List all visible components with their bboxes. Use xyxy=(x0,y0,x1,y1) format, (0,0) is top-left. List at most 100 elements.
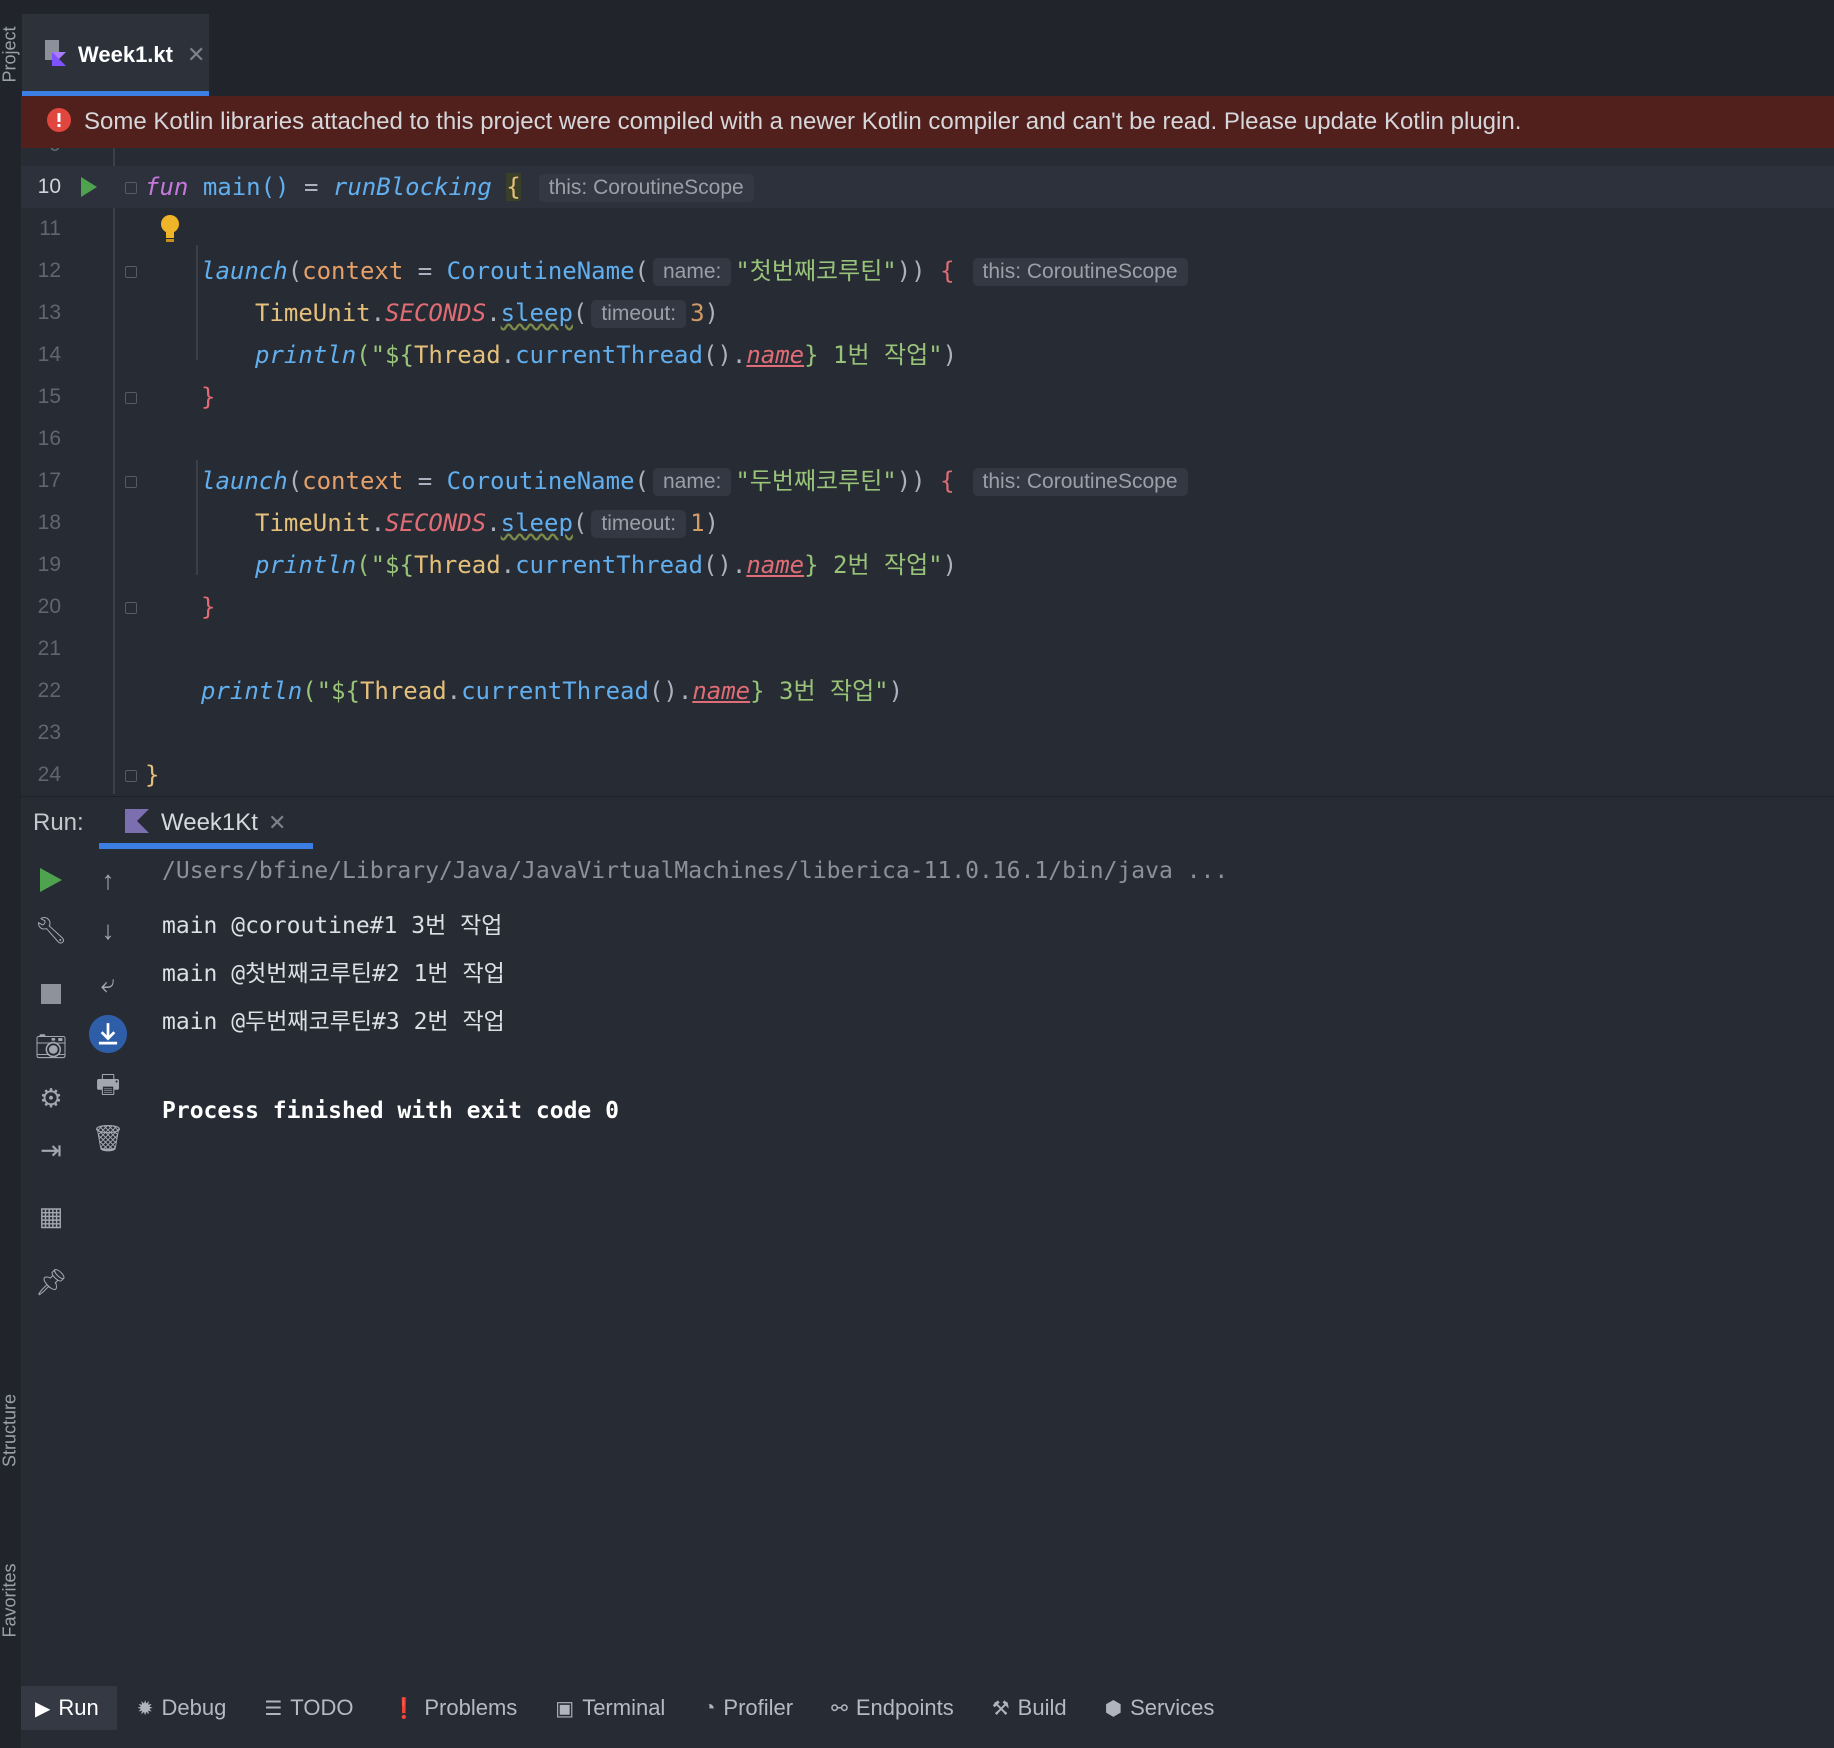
code-text: println("${Thread.currentThread().name} … xyxy=(255,551,958,579)
editor-tab-bar: Week1.kt ✕ xyxy=(21,0,1834,96)
services-icon: ⬢ xyxy=(1104,1697,1123,1720)
fold-marker[interactable] xyxy=(125,770,137,782)
trash-icon[interactable]: 🗑︎ xyxy=(88,1118,128,1158)
rerun-icon[interactable] xyxy=(31,860,71,900)
error-banner: Some Kotlin libraries attached to this p… xyxy=(21,96,1834,148)
code-line: 17 launch(context = CoroutineName(name: "… xyxy=(21,460,1834,502)
bottom-tab-todo[interactable]: ☰ TODO xyxy=(250,1686,371,1730)
code-text: } xyxy=(201,383,216,411)
code-text: TimeUnit.SECONDS.sleep(timeout: 1) xyxy=(255,509,719,538)
code-line: 19 println("${Thread.currentThread().nam… xyxy=(21,544,1834,586)
bottom-tab-debug[interactable]: ✹ Debug xyxy=(123,1686,245,1730)
run-tab-title: Week1Kt xyxy=(161,809,258,836)
stop-icon[interactable] xyxy=(31,974,71,1014)
inlay-hint: this: CoroutineScope xyxy=(972,258,1188,286)
code-text: println("${Thread.currentThread().name} … xyxy=(255,341,958,369)
code-line: 18 TimeUnit.SECONDS.sleep(timeout: 1) xyxy=(21,502,1834,544)
run-gutter-icon[interactable] xyxy=(81,177,97,202)
code-line: 9 xyxy=(21,148,1834,166)
console-line: main @두번째코루틴#3 2번 작업 xyxy=(162,1009,505,1035)
scroll-to-end-icon[interactable] xyxy=(88,1014,128,1054)
console-line: main @첫번째코루틴#2 1번 작업 xyxy=(162,961,505,987)
debug-settings-icon[interactable]: ⚙ xyxy=(31,1078,71,1118)
fold-marker[interactable] xyxy=(125,602,137,614)
code-line: 12 launch(context = CoroutineName(name: "… xyxy=(21,250,1834,292)
terminal-icon: ▣ xyxy=(555,1697,575,1720)
fold-marker[interactable] xyxy=(125,182,137,194)
code-text: TimeUnit.SECONDS.sleep(timeout: 3) xyxy=(255,299,719,328)
tab-title: Week1.kt xyxy=(78,42,173,67)
layout-icon[interactable]: ▦ xyxy=(31,1196,71,1236)
code-text: fun main() = runBlocking {this: Coroutin… xyxy=(145,166,758,208)
code-line: 16 xyxy=(37,427,61,450)
problems-icon: ❗ xyxy=(391,1697,417,1720)
arrow-down-icon[interactable]: ↓ xyxy=(88,910,128,950)
code-text: launch(context = CoroutineName(name: "두번째… xyxy=(201,460,1192,502)
endpoints-icon: ⚯ xyxy=(831,1697,848,1720)
code-line: 22 println("${Thread.currentThread().nam… xyxy=(21,670,1834,712)
code-line: 13 TimeUnit.SECONDS.sleep(timeout: 3) xyxy=(21,292,1834,334)
fold-marker[interactable] xyxy=(125,392,137,404)
lightbulb-icon[interactable] xyxy=(159,214,181,249)
tab-week1-kt[interactable]: Week1.kt ✕ xyxy=(22,14,209,96)
inlay-hint: timeout: xyxy=(591,510,687,538)
code-text: } xyxy=(145,761,160,789)
console-line-command: /Users/bfine/Library/Java/JavaVirtualMac… xyxy=(162,858,1229,884)
console-line: main @coroutine#1 3번 작업 xyxy=(162,913,503,939)
run-panel-header: Run: Week1Kt ✕ xyxy=(21,796,1834,849)
tab-close-icon[interactable]: ✕ xyxy=(187,42,205,68)
fold-marker[interactable] xyxy=(125,476,137,488)
play-icon: ▶ xyxy=(35,1697,51,1720)
camera-icon[interactable]: 📷︎ xyxy=(31,1026,71,1066)
bottom-tab-run[interactable]: ▶ Run xyxy=(21,1686,117,1730)
code-line: 20 } xyxy=(21,586,1834,628)
code-text: launch(context = CoroutineName(name: "첫번째… xyxy=(201,250,1192,292)
bug-icon: ✹ xyxy=(136,1697,154,1720)
bottom-tool-bar: ▶ Run ✹ Debug ☰ TODO ❗ Problems ▣ Termin… xyxy=(21,1686,1834,1730)
code-text: } xyxy=(201,593,216,621)
code-line: 14 println("${Thread.currentThread().nam… xyxy=(21,334,1834,376)
pin-icon[interactable]: 📌︎ xyxy=(31,1262,71,1302)
code-line: 21 xyxy=(37,637,61,660)
inlay-hint: name: xyxy=(652,258,732,286)
structure-tool-button[interactable]: Structure xyxy=(0,1391,21,1471)
hammer-icon: ⚒ xyxy=(991,1697,1010,1720)
print-icon[interactable]: 🖶 xyxy=(88,1068,128,1108)
soft-wrap-icon[interactable]: ⤶ xyxy=(88,964,128,1004)
kotlin-file-icon xyxy=(42,38,68,73)
profiler-icon: ◔ xyxy=(703,1696,716,1719)
code-line: 24 } xyxy=(21,754,1834,794)
bottom-tab-terminal[interactable]: ▣ Terminal xyxy=(541,1686,683,1730)
bottom-tab-profiler[interactable]: ◔ Profiler xyxy=(689,1686,811,1730)
error-icon xyxy=(46,107,72,138)
inlay-hint: timeout: xyxy=(591,300,687,328)
console-line-exit: Process finished with exit code 0 xyxy=(162,1098,619,1124)
fold-marker[interactable] xyxy=(125,266,137,278)
bottom-tab-endpoints[interactable]: ⚯ Endpoints xyxy=(817,1686,972,1730)
inlay-hint: name: xyxy=(652,468,732,496)
list-icon: ☰ xyxy=(264,1697,283,1720)
arrow-up-icon[interactable]: ↑ xyxy=(88,860,128,900)
run-tab-week1kt[interactable]: Week1Kt ✕ xyxy=(99,797,313,849)
run-tab-active-indicator xyxy=(99,843,313,849)
run-toolbar: ↑ 🔧︎ ↓ ⤶ 📷︎ 🖶 ⚙ 🗑︎ ⇥ ▦ 📌︎ xyxy=(21,850,141,1310)
exit-icon[interactable]: ⇥ xyxy=(31,1130,71,1170)
code-editor[interactable]: 9 10 fun main() = runBlocking {this: Cor… xyxy=(21,148,1834,794)
code-line: 23 xyxy=(37,721,61,744)
code-text: println("${Thread.currentThread().name} … xyxy=(201,677,904,705)
wrench-icon[interactable]: 🔧︎ xyxy=(31,910,71,950)
project-tool-button[interactable]: Project xyxy=(0,15,21,95)
error-banner-text: Some Kotlin libraries attached to this p… xyxy=(84,108,1522,135)
bottom-tab-services[interactable]: ⬢ Services xyxy=(1091,1686,1233,1730)
bottom-tab-problems[interactable]: ❗ Problems xyxy=(377,1686,535,1730)
kotlin-run-config-icon xyxy=(123,807,151,840)
run-panel-label: Run: xyxy=(33,809,84,836)
bottom-tab-build[interactable]: ⚒ Build xyxy=(978,1686,1085,1730)
code-line-current: 10 fun main() = runBlocking {this: Corou… xyxy=(21,166,1834,208)
code-line: 11 xyxy=(21,208,1834,250)
favorites-tool-button[interactable]: Favorites xyxy=(0,1561,21,1641)
code-line: 15 } xyxy=(21,376,1834,418)
run-tab-close-icon[interactable]: ✕ xyxy=(268,810,286,836)
left-tool-strip: Project Structure Favorites xyxy=(0,0,21,1748)
inlay-hint: this: CoroutineScope xyxy=(972,468,1188,496)
